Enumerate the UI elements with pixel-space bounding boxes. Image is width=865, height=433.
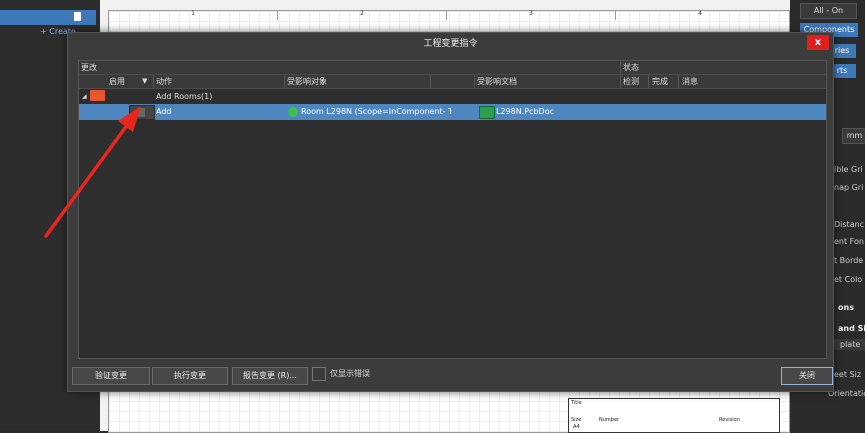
row-object: Room L298N (Scope=InComponent- To [301,107,451,116]
col-message[interactable]: 消息 [682,75,698,88]
prop-distance: Distanc [834,220,865,229]
ruler-cell: 1 [108,10,277,20]
eco-dialog: 工程变更指令 x 更改 状态 启用 ▼ 动作 受影响对象 受影响文档 检测 完成… [67,32,834,392]
row-action: Add [156,107,172,116]
ruler-cell: 4 [615,10,784,20]
title-block: Title Size Number Revision A4 [568,398,780,433]
errors-only-checkbox[interactable] [312,367,326,381]
prop-sheet-color: et Colo [834,275,863,284]
folder-icon [90,90,105,101]
prop-sheet-size: eet Siz [834,370,862,379]
ruler-cell: 3 [446,10,615,20]
prop-document-font: ent Fon [834,237,864,246]
grid-section-header: 更改 状态 [79,61,826,75]
col-affected-document[interactable]: 受影响文档 [477,75,517,88]
col-affected-object[interactable]: 受影响对象 [287,75,327,88]
table-row[interactable]: Add Room L298N (Scope=InComponent- To L2… [79,104,826,120]
col-check[interactable]: 检测 [623,75,639,88]
errors-only-label: 仅显示错误 [330,369,370,378]
size-label: Size [571,417,582,423]
expand-triangle-icon[interactable]: ◢ [82,90,87,103]
report-changes-button[interactable]: 报告变更 (R)... [232,367,308,385]
section-changes: 更改 [81,63,97,72]
col-done[interactable]: 完成 [652,75,668,88]
prop-sheet-border: t Borde [834,256,864,265]
col-enable[interactable]: 启用 [109,75,125,88]
revision-label: Revision [719,417,740,423]
prop-visible-grid: ible Gri [834,165,863,174]
group-label: Add Rooms(1) [156,92,213,101]
validate-changes-button[interactable]: 验证变更 [72,367,150,385]
prop-snap-grid: nap Gri [834,183,864,192]
document-icon [74,12,81,21]
sort-down-icon[interactable]: ▼ [142,75,147,88]
group-row[interactable]: ◢ Add Rooms(1) [79,89,826,103]
units-mm-button[interactable]: mm [842,128,865,144]
section-page-size: and Siz [838,324,865,333]
number-label: Number [599,417,620,423]
grid-column-header: 启用 ▼ 动作 受影响对象 受影响文档 检测 完成 消息 [79,75,826,89]
template-button[interactable]: plate [834,339,865,350]
col-action[interactable]: 动作 [156,75,172,88]
title-label: Title [571,400,582,406]
changes-grid: 更改 状态 启用 ▼ 动作 受影响对象 受影响文档 检测 完成 消息 ◢ Add… [78,60,827,359]
check-ok-icon [288,107,298,117]
left-selected-item[interactable] [0,10,96,25]
size-value: A4 [573,424,580,430]
pcb-document-icon [479,106,495,119]
dialog-title: 工程变更指令 [423,39,478,49]
enable-checkbox[interactable] [129,105,155,120]
close-icon[interactable]: x [807,35,829,50]
ruler-cell: 2 [277,10,446,20]
all-on-button[interactable]: All - On [800,3,857,19]
row-document: L298N.PcbDoc [496,107,555,116]
close-button[interactable]: 关闭 [781,367,833,385]
execute-changes-button[interactable]: 执行变更 [152,367,228,385]
section-options: ons [838,303,854,312]
section-status: 状态 [623,63,639,72]
